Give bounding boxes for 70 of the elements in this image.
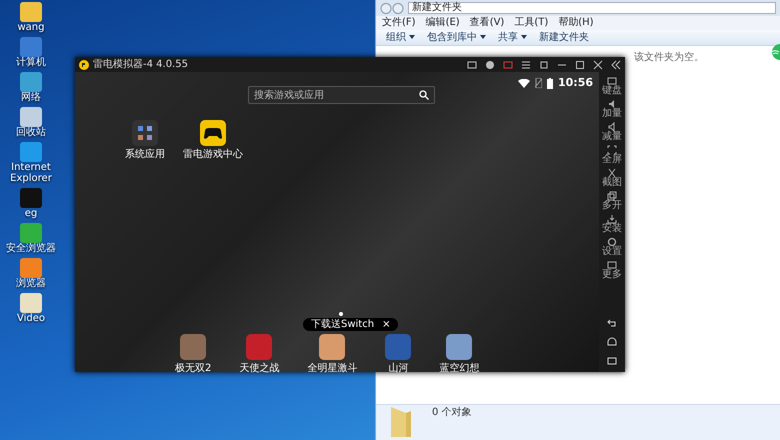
sidebar-button[interactable]: 设置	[601, 237, 623, 257]
install-icon	[607, 214, 617, 224]
sidebar-button[interactable]: 多开	[601, 191, 623, 211]
sidebar-button[interactable]: 更多	[601, 260, 623, 280]
recent-apps-icon[interactable]	[607, 356, 617, 366]
menu-icon[interactable]	[521, 60, 531, 70]
desktop-icon-label[interactable]: eg	[24, 208, 38, 219]
desktop-icon-label[interactable]: 计算机	[16, 57, 46, 68]
clock-time: 10:56	[558, 75, 593, 91]
desktop-icon-label[interactable]: 回收站	[16, 127, 46, 138]
app-folder-icon	[132, 120, 158, 146]
close-button[interactable]: ×	[382, 318, 390, 331]
home-icon[interactable]	[607, 337, 617, 347]
app-shortcut[interactable]: 天使之战	[239, 334, 280, 374]
app-shortcut[interactable]: 系统应用	[125, 120, 165, 160]
windows-icon	[607, 191, 617, 201]
desktop-icon-label[interactable]: 浏览器	[16, 278, 46, 289]
fullscreen-icon	[607, 145, 617, 155]
wifi-icon	[518, 78, 530, 88]
gamepad-icon	[200, 120, 226, 146]
desktop-icon-label[interactable]: 网络	[21, 92, 41, 103]
caret-icon[interactable]	[480, 35, 486, 40]
window-title: 雷电模拟器-4 4.0.55	[93, 59, 188, 70]
toolbar-button[interactable]: 包含到库中	[427, 31, 486, 44]
sidebar-button[interactable]: 全屏	[601, 145, 623, 165]
desktop-icon-label[interactable]: Internet Explorer	[1, 162, 61, 184]
search-icon[interactable]	[419, 90, 429, 100]
app-shortcut[interactable]: 雷电游戏中心	[183, 120, 243, 160]
app-shortcut[interactable]: 极无双2	[175, 334, 212, 374]
volume-down-icon	[607, 122, 617, 132]
sidebar-button[interactable]: 键盘	[601, 76, 623, 96]
toolbar-button[interactable]: 新建文件夹	[539, 31, 589, 44]
desktop-icon-label[interactable]: Video	[16, 313, 46, 324]
caret-icon[interactable]	[521, 35, 527, 40]
app-shortcut[interactable]: 全明星激斗	[307, 334, 358, 374]
sidebar-button[interactable]: 减量	[601, 122, 623, 142]
promo-banner[interactable]: 下载送Switch ×	[303, 318, 398, 331]
app-logo-icon	[79, 60, 89, 70]
desktop-icon-label[interactable]: wang	[18, 22, 44, 33]
toolbar-button[interactable]: 共享	[498, 31, 527, 44]
close-icon[interactable]	[593, 60, 603, 70]
volume-up-icon	[607, 99, 617, 109]
back-icon[interactable]	[607, 318, 617, 328]
folder-icon	[390, 405, 412, 437]
collapse-icon[interactable]	[611, 60, 621, 70]
app-shortcut[interactable]: 山河	[385, 334, 412, 374]
app-shortcut[interactable]: 蓝空幻想	[439, 334, 480, 374]
page-indicator	[339, 312, 343, 316]
menu-item[interactable]: 帮助(H)	[558, 17, 594, 29]
menu-item[interactable]: 查看(V)	[470, 17, 504, 29]
desktop-icon-label[interactable]: 安全浏览器	[6, 243, 56, 254]
no-sim-icon	[534, 78, 542, 88]
item-count: 0 个对象	[432, 406, 472, 420]
sidebar-button[interactable]: 加量	[601, 99, 623, 119]
caret-icon[interactable]	[409, 35, 415, 40]
menu-item[interactable]: 工具(T)	[514, 17, 548, 29]
empty-folder-message: 该文件夹为空。	[634, 52, 704, 63]
battery-icon	[546, 78, 553, 89]
address-bar[interactable]: 新建文件夹	[408, 2, 776, 14]
search-field[interactable]: 搜索游戏或应用	[248, 86, 435, 104]
maximize-icon[interactable]	[575, 60, 585, 70]
toolbar-button[interactable]: 组织	[386, 31, 415, 44]
settings-icon	[607, 237, 617, 247]
menu-item[interactable]: 编辑(E)	[426, 17, 460, 29]
breadcrumb: 新建文件夹	[412, 3, 462, 13]
sidebar-button[interactable]: 安装	[601, 214, 623, 234]
menu-item[interactable]: 文件(F)	[382, 17, 416, 29]
promo-text[interactable]: 下载送Switch	[311, 318, 374, 331]
sidebar-button[interactable]: 截图	[601, 168, 623, 188]
scissors-icon	[607, 168, 617, 178]
